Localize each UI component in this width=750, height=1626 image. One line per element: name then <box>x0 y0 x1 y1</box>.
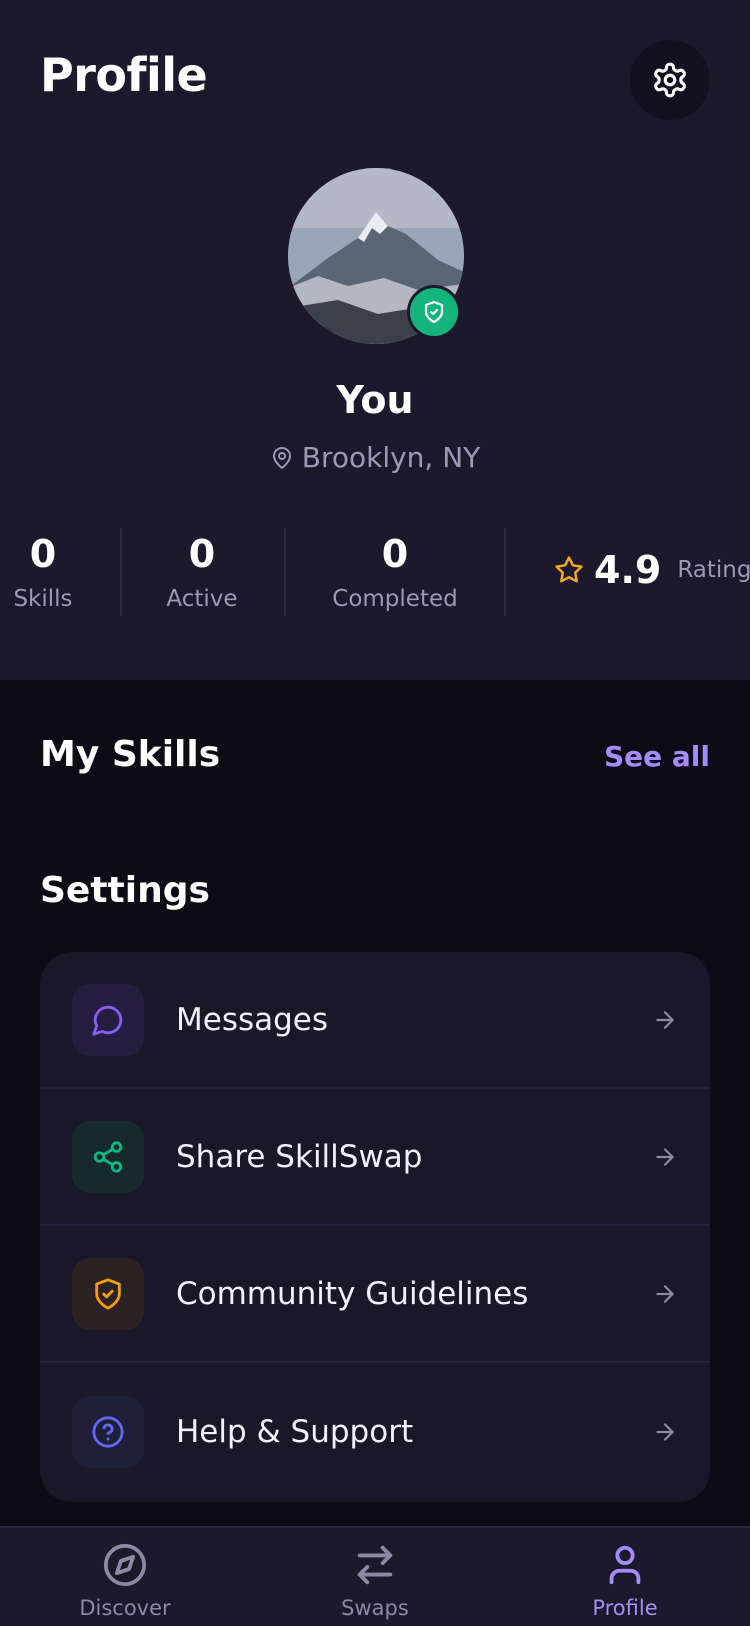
location: Brooklyn, NY <box>0 441 750 474</box>
stat-label: Completed <box>332 586 458 612</box>
shield-check-icon <box>95 1277 121 1310</box>
gear-icon <box>654 62 686 98</box>
avatar[interactable] <box>288 168 464 344</box>
see-all-link[interactable]: See all <box>604 740 710 773</box>
stat-label: Skills <box>13 586 73 612</box>
rating[interactable]: 4.9 Rating <box>554 548 750 592</box>
settings-button[interactable] <box>630 40 710 120</box>
stat-label: Active <box>166 586 238 612</box>
rating-label: Rating <box>677 557 750 583</box>
bottom-nav: Discover Swaps Profile <box>0 1526 750 1626</box>
nav-label: Swaps <box>341 1596 409 1620</box>
message-icon <box>92 1005 123 1036</box>
arrow-right-icon <box>652 1281 678 1307</box>
user-name: You <box>336 378 414 422</box>
stat-completed[interactable]: 0 Completed <box>318 530 472 612</box>
settings-item-messages[interactable]: Messages <box>40 952 710 1089</box>
settings-item-label: Community Guidelines <box>176 1275 529 1312</box>
nav-swaps[interactable]: Swaps <box>295 1542 455 1620</box>
nav-label: Profile <box>592 1596 658 1620</box>
shield-check-icon <box>424 300 444 324</box>
settings-list: Messages Share SkillSwap Community Guide… <box>40 952 710 1502</box>
settings-item-label: Help & Support <box>176 1413 414 1450</box>
settings-title: Settings <box>40 870 210 911</box>
compass-icon <box>103 1543 147 1587</box>
nav-discover[interactable]: Discover <box>45 1542 205 1620</box>
message-icon-container <box>72 983 144 1056</box>
stat-divider <box>504 528 506 616</box>
share-icon <box>93 1140 123 1173</box>
settings-item-guidelines[interactable]: Community Guidelines <box>40 1226 710 1363</box>
help-icon <box>92 1415 124 1448</box>
help-icon-container <box>72 1395 144 1468</box>
arrow-right-icon <box>652 1144 678 1170</box>
nav-profile[interactable]: Profile <box>545 1542 705 1620</box>
settings-item-label: Messages <box>176 1001 329 1038</box>
arrow-right-icon <box>652 1007 678 1033</box>
stat-value: 0 <box>188 532 216 576</box>
shield-icon-container <box>72 1257 144 1330</box>
stat-divider <box>284 528 286 616</box>
my-skills-title: My Skills <box>40 734 221 775</box>
map-pin-icon <box>272 446 291 469</box>
stat-value: 0 <box>29 532 57 576</box>
stat-divider <box>120 528 122 616</box>
settings-item-label: Share SkillSwap <box>176 1138 423 1175</box>
user-icon <box>609 1545 641 1585</box>
swap-arrows-icon <box>357 1545 393 1585</box>
star-icon <box>555 556 583 583</box>
stat-skills[interactable]: 0 Skills <box>0 530 86 612</box>
page-title: Profile <box>40 48 208 102</box>
arrow-right-icon <box>652 1419 678 1445</box>
stat-value: 0 <box>381 532 409 576</box>
location-text: Brooklyn, NY <box>301 441 481 474</box>
verified-badge <box>407 285 461 339</box>
settings-item-help[interactable]: Help & Support <box>40 1363 710 1500</box>
profile-header-section: Profile You Brooklyn, NY 0 Skills 0 Acti… <box>0 0 750 680</box>
rating-value: 4.9 <box>594 548 662 592</box>
settings-item-share[interactable]: Share SkillSwap <box>40 1089 710 1226</box>
share-icon-container <box>72 1120 144 1193</box>
nav-label: Discover <box>79 1596 171 1620</box>
stat-active[interactable]: 0 Active <box>150 530 254 612</box>
